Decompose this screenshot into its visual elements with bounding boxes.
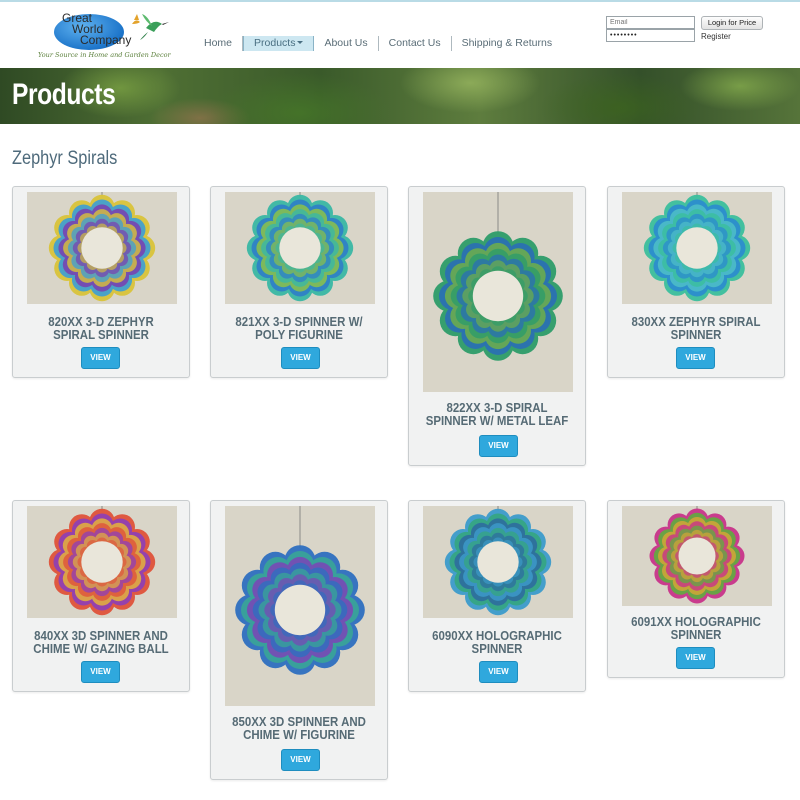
logo-tagline: Your Source in Home and Garden Decor	[38, 51, 171, 59]
product-card-840xx: 840XX 3D Spinner and Chime w/ Gazing Bal…	[12, 500, 190, 692]
site-header: Great World Company Your Source in Home …	[0, 2, 800, 68]
product-card-822xx: 822XX 3-D Spiral Spinner w/ Metal Leaf VI…	[408, 186, 586, 466]
product-card-820xx: 820xx 3-D Zephyr Spiral Spinner VIEW	[12, 186, 190, 378]
product-title[interactable]: 850XX 3D Spinner and Chime w/ Figurine	[227, 715, 371, 741]
product-card-821xx: 821XX 3-D Spinner w/ Poly Figurine VIEW	[210, 186, 388, 378]
view-button[interactable]: VIEW	[81, 347, 120, 369]
product-photo[interactable]	[27, 192, 177, 304]
nav-about-us[interactable]: About Us	[314, 35, 379, 51]
category-title: Zephyr Spirals	[12, 148, 118, 169]
view-button[interactable]: VIEW	[81, 661, 120, 683]
product-title[interactable]: 6090XX Holographic Spinner	[425, 629, 569, 655]
company-logo[interactable]: Great World Company Your Source in Home …	[36, 10, 176, 64]
product-card-6090xx: 6090XX Holographic Spinner VIEW	[408, 500, 586, 692]
product-title[interactable]: 840XX 3D Spinner and Chime w/ Gazing Bal…	[29, 629, 173, 655]
nav-shipping-returns[interactable]: Shipping & Returns	[452, 36, 562, 51]
view-button[interactable]: VIEW	[479, 661, 518, 683]
login-for-price-button[interactable]: Login for Price	[701, 16, 763, 30]
product-photo[interactable]	[423, 506, 573, 618]
product-card-850xx: 850XX 3D Spinner and Chime w/ Figurine VI…	[210, 500, 388, 780]
view-button[interactable]: VIEW	[281, 347, 320, 369]
product-photo[interactable]	[225, 192, 375, 304]
logo-text-company: Company	[80, 33, 132, 47]
caret-down-icon	[297, 41, 304, 45]
page-title: Products	[12, 78, 116, 111]
product-photo[interactable]	[622, 506, 772, 606]
nav-contact-us[interactable]: Contact Us	[379, 35, 452, 51]
nav-products[interactable]: Products	[243, 35, 315, 51]
product-title[interactable]: 830xx Zephyr Spiral Spinner	[624, 315, 768, 341]
nav-home[interactable]: Home	[194, 35, 244, 51]
product-card-830xx: 830xx Zephyr Spiral Spinner VIEW	[607, 186, 785, 378]
product-title[interactable]: 821XX 3-D Spinner w/ Poly Figurine	[227, 315, 371, 341]
product-card-6091xx: 6091XX Holographic Spinner VIEW	[607, 500, 785, 678]
register-link[interactable]: Register	[701, 32, 731, 41]
view-button[interactable]: VIEW	[676, 647, 715, 669]
product-title[interactable]: 820xx 3-D Zephyr Spiral Spinner	[29, 315, 173, 341]
login-form: Login for Price Register	[606, 15, 766, 55]
view-button[interactable]: VIEW	[676, 347, 715, 369]
email-field[interactable]	[606, 16, 695, 29]
view-button[interactable]: VIEW	[281, 749, 320, 771]
product-title[interactable]: 822XX 3-D Spiral Spinner w/ Metal Leaf	[425, 401, 569, 427]
main-nav: Home Products About Us Contact Us Shippi…	[194, 33, 562, 53]
hummingbird-icon	[132, 14, 169, 40]
page-banner: Products	[0, 68, 800, 124]
product-photo[interactable]	[27, 506, 177, 618]
product-photo[interactable]	[423, 192, 573, 392]
nav-products-label: Products	[254, 36, 296, 49]
product-photo[interactable]	[225, 506, 375, 706]
view-button[interactable]: VIEW	[479, 435, 518, 457]
password-field[interactable]	[606, 29, 695, 42]
product-photo[interactable]	[622, 192, 772, 304]
product-title[interactable]: 6091XX Holographic Spinner	[624, 615, 768, 641]
